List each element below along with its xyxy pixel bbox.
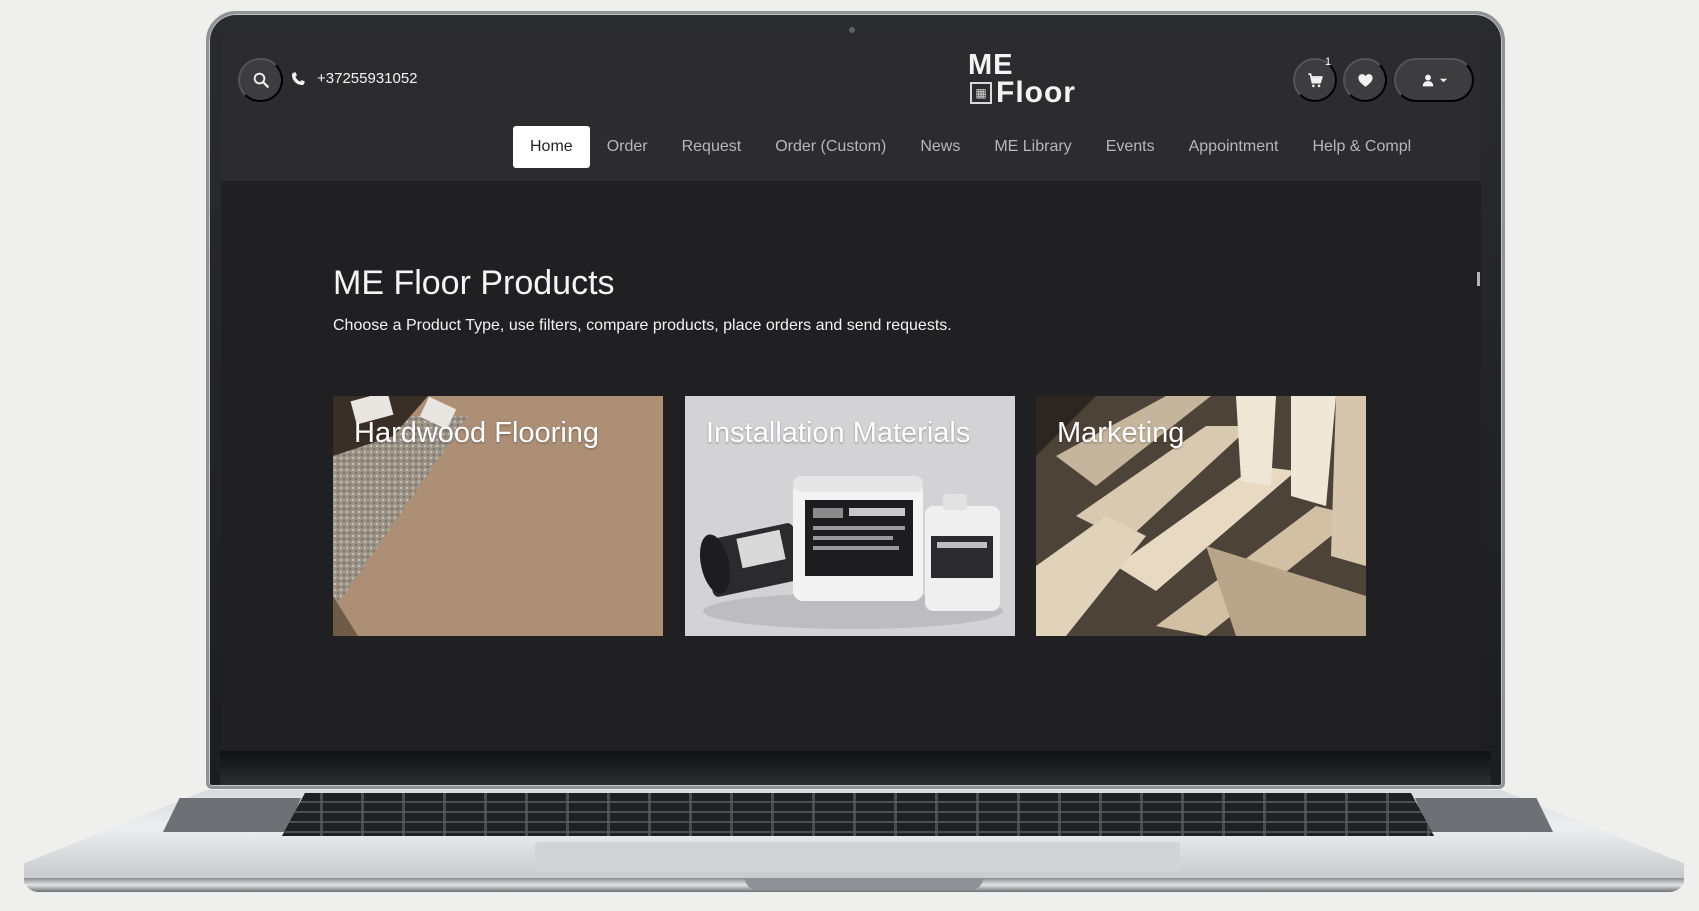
- right-speaker-grille: [1415, 798, 1553, 832]
- nav-item-home[interactable]: Home: [513, 126, 590, 168]
- page-title: ME Floor Products: [333, 264, 615, 302]
- site-logo[interactable]: ME ▦ Floor: [968, 50, 1093, 110]
- search-icon: [253, 72, 269, 88]
- nav-item-help-complaints[interactable]: Help & Compl: [1295, 126, 1428, 168]
- page-description: Choose a Product Type, use filters, comp…: [333, 317, 952, 334]
- search-button[interactable]: [238, 58, 283, 102]
- site-header: +37255931052 ME ▦ Floor 1 Home Order Req…: [221, 36, 1481, 181]
- website-screen: +37255931052 ME ▦ Floor 1 Home Order Req…: [221, 36, 1481, 751]
- card-title: Hardwood Flooring: [354, 417, 600, 449]
- logo-text-bottom: Floor: [996, 76, 1076, 109]
- scroll-indicator[interactable]: [1477, 272, 1480, 286]
- keyboard-key-rows: [282, 793, 1434, 836]
- main-navigation: Home Order Request Order (Custom) News M…: [513, 126, 1428, 168]
- phone-icon: [292, 72, 305, 85]
- category-card-marketing[interactable]: Marketing: [1036, 396, 1366, 636]
- phone-number-link[interactable]: +37255931052: [317, 70, 418, 87]
- user-menu-button[interactable]: [1394, 58, 1474, 102]
- laptop-mockup: +37255931052 ME ▦ Floor 1 Home Order Req…: [0, 0, 1699, 911]
- nav-item-news[interactable]: News: [903, 126, 977, 168]
- user-icon: [1422, 74, 1433, 86]
- logo-mark-icon: ▦: [970, 82, 992, 104]
- webcam: [849, 27, 855, 33]
- chevron-down-icon: [1439, 78, 1447, 82]
- nav-item-events[interactable]: Events: [1089, 126, 1172, 168]
- nav-item-order[interactable]: Order: [590, 126, 665, 168]
- laptop-bezel-chin: [220, 751, 1491, 785]
- left-speaker-grille: [163, 798, 301, 832]
- nav-item-request[interactable]: Request: [665, 126, 759, 168]
- heart-icon: [1357, 73, 1373, 87]
- wishlist-button[interactable]: [1343, 58, 1387, 102]
- lid-opening-notch: [745, 878, 983, 890]
- category-card-hardwood-flooring[interactable]: Hardwood Flooring: [333, 396, 663, 636]
- nav-item-me-library[interactable]: ME Library: [977, 126, 1088, 168]
- category-card-installation-materials[interactable]: Installation Materials: [685, 396, 1015, 636]
- nav-item-appointment[interactable]: Appointment: [1172, 126, 1296, 168]
- nav-item-order-custom[interactable]: Order (Custom): [758, 126, 903, 168]
- card-title: Installation Materials: [706, 417, 971, 449]
- cart-count-badge: 1: [1325, 56, 1332, 68]
- card-title: Marketing: [1057, 417, 1185, 449]
- cart-icon: [1307, 72, 1323, 87]
- trackpad: [535, 842, 1180, 872]
